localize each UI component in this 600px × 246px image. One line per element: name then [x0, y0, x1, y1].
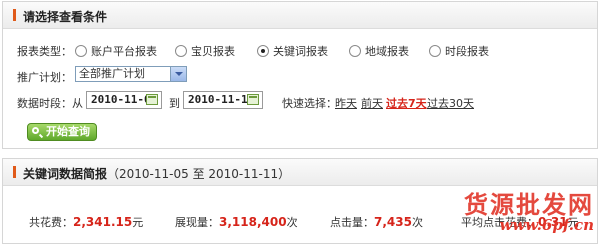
search-icon — [32, 127, 39, 134]
report-type-row: 报表类型： 账户平台报表 宝贝报表 关键词报表 地域报表 时段报表 — [17, 43, 577, 59]
panel-title: 请选择查看条件 — [23, 10, 108, 24]
stat-impressions: 展现量：3,118,400次 — [175, 215, 298, 229]
radio-account-report[interactable]: 账户平台报表 — [75, 43, 157, 59]
plan-select[interactable]: 全部推广计划 — [75, 66, 187, 82]
radio-item-report[interactable]: 宝贝报表 — [175, 43, 235, 59]
stat-value: 7,435 — [374, 215, 412, 229]
header-accent-bar — [13, 9, 16, 21]
summary-date-range: （2010-11-05 至 2010-11-11） — [107, 167, 291, 181]
header-accent-bar — [13, 166, 16, 178]
watermark-title: 货源批发网 — [464, 190, 594, 219]
plan-row: 推广计划： 全部推广计划 — [17, 66, 217, 84]
stat-total-cost: 共花费：2,341.15元 — [29, 215, 144, 229]
site-watermark: 货源批发网 www.6pf.cn — [464, 185, 594, 234]
quick-link-yesterday[interactable]: 昨天 — [335, 95, 357, 111]
date-from-field[interactable]: 2010-11-05 — [86, 91, 162, 109]
query-conditions-panel: 请选择查看条件 报表类型： 账户平台报表 宝贝报表 关键词报表 地域报表 时段报… — [2, 1, 598, 149]
radio-icon[interactable] — [349, 45, 361, 57]
calendar-icon[interactable] — [247, 94, 259, 105]
radio-icon[interactable] — [75, 45, 87, 57]
stat-value: 2,341.15 — [73, 215, 133, 229]
report-type-label: 报表类型： — [17, 45, 72, 58]
radio-region-report[interactable]: 地域报表 — [349, 43, 409, 59]
quick-link-day-before[interactable]: 前天 — [361, 95, 383, 111]
panel-header: 关键词数据简报（2010-11-05 至 2010-11-11） — [3, 159, 597, 186]
stat-value: 3,118,400 — [219, 215, 287, 229]
start-query-button[interactable]: 开始查询 — [27, 123, 97, 141]
to-label: 到 — [169, 97, 180, 110]
stat-clicks: 点击量：7,435次 — [330, 215, 423, 229]
radio-icon[interactable] — [175, 45, 187, 57]
quick-link-past-7-days[interactable]: 过去7天 — [386, 95, 427, 111]
quick-select-label: 快速选择： — [282, 97, 337, 110]
radio-selected-icon[interactable] — [257, 45, 269, 57]
panel-title: 关键词数据简报（2010-11-05 至 2010-11-11） — [23, 165, 290, 182]
panel-header: 请选择查看条件 — [3, 2, 597, 29]
plan-select-value: 全部推广计划 — [79, 67, 145, 80]
summary-title: 关键词数据简报 — [23, 167, 108, 181]
radio-time-report[interactable]: 时段报表 — [429, 43, 489, 59]
plan-label: 推广计划： — [17, 71, 72, 84]
date-to-field[interactable]: 2010-11-11 — [183, 91, 263, 109]
quick-link-past-30-days[interactable]: 过去30天 — [427, 95, 474, 111]
radio-icon[interactable] — [429, 45, 441, 57]
period-label: 数据时段：从 — [17, 97, 83, 110]
period-row: 数据时段：从 2010-11-05 到 2010-11-11 快速选择： 昨天 … — [17, 91, 577, 111]
radio-keyword-report[interactable]: 关键词报表 — [257, 43, 328, 59]
calendar-icon[interactable] — [146, 94, 158, 105]
chevron-down-icon[interactable] — [170, 67, 186, 81]
